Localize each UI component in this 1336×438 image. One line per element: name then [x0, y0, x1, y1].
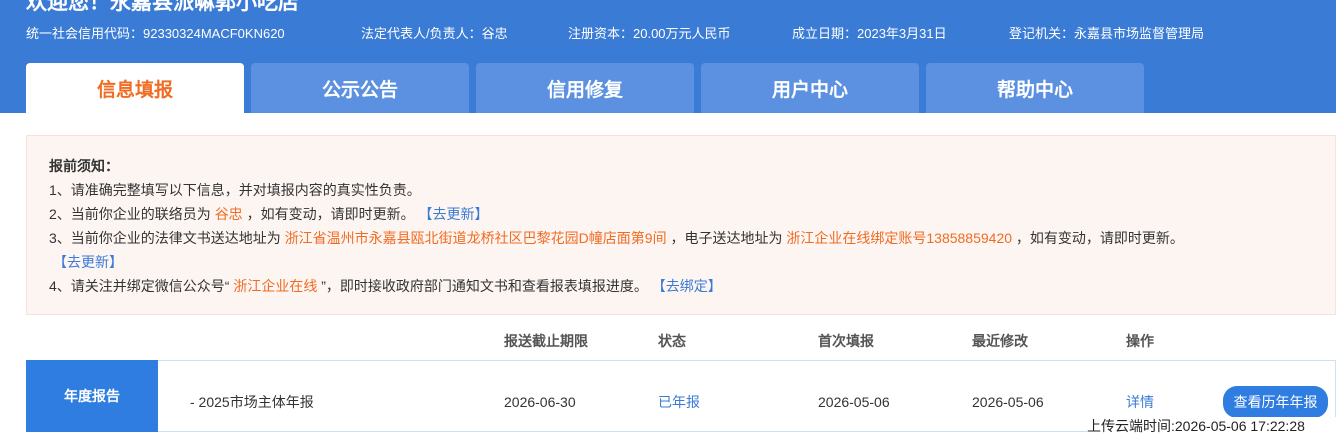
notice-line-1: 1、请准确完整填写以下信息，并对填报内容的真实性负责。 [49, 182, 421, 198]
registered-capital: 注册资本：20.00万元人民币 [568, 26, 731, 41]
update-liaison-link[interactable]: 【去更新】 [418, 206, 488, 222]
notice-line-2: 2、当前你企业的联络员为 谷忠 ，如有变动，请即时更新。 【去更新】 [49, 206, 488, 222]
status-badge: 已年报 [658, 394, 700, 410]
column-header-last-modified: 最近修改 [972, 333, 1028, 349]
top-header: 欢迎您！永嘉县派嘛郭小吃店 统一社会信用代码：92330324MACF0KN62… [0, 0, 1336, 113]
annual-report-label: 年度报告 [26, 360, 158, 432]
tab-help-center[interactable]: 帮助中心 [926, 63, 1144, 113]
notice-title: 报前须知： [49, 158, 119, 174]
wechat-account: 浙江企业在线 [233, 278, 318, 294]
service-address: 浙江省温州市永嘉县瓯北街道龙桥社区巴黎花园D幢店面第9间 [284, 230, 667, 246]
last-modified-date: 2026-05-06 [972, 394, 1044, 410]
column-header-status: 状态 [658, 333, 686, 349]
electronic-address: 浙江企业在线绑定账号13858859420 [786, 230, 1013, 246]
notice-text: ，如有变动，请即时更新。 [246, 206, 415, 222]
report-name: - 2025市场主体年报 [190, 394, 314, 410]
tab-credit-repair[interactable]: 信用修复 [476, 63, 694, 113]
notice-text: ，电子送达地址为 [670, 230, 783, 246]
column-header-action: 操作 [1126, 333, 1154, 349]
update-address-link[interactable]: 【去更新】 [53, 254, 123, 270]
notice-text: ，如有变动，请即时更新。 [1015, 230, 1184, 246]
report-deadline: 2026-06-30 [504, 394, 576, 410]
establish-date: 成立日期：2023年3月31日 [792, 26, 947, 41]
column-header-first-filed: 首次填报 [818, 333, 874, 349]
notice-text: ”，即时接收政府部门通知文书和查看报表填报进度。 [321, 278, 648, 294]
upload-timestamp: 上传云端时间:2026-05-06 17:22:28 [1087, 417, 1336, 438]
credit-code: 统一社会信用代码：92330324MACF0KN620 [26, 26, 285, 41]
view-history-reports-button[interactable]: 查看历年年报 [1223, 386, 1328, 418]
tab-info-filing[interactable]: 信息填报 [26, 63, 244, 113]
details-link[interactable]: 详情 [1126, 394, 1154, 410]
registration-authority: 登记机关：永嘉县市场监督管理局 [1009, 26, 1205, 41]
notice-text: 3、当前你企业的法律文书送达地址为 [49, 230, 281, 246]
first-filed-date: 2026-05-06 [818, 394, 890, 410]
legal-representative: 法定代表人/负责人：谷忠 [361, 26, 508, 41]
notice-text: 2、当前你企业的联络员为 [49, 206, 211, 222]
notice-text: 4、请关注并绑定微信公众号“ [49, 278, 230, 294]
company-title: 欢迎您！永嘉县派嘛郭小吃店 [26, 0, 299, 14]
filing-notice: 报前须知： 1、请准确完整填写以下信息，并对填报内容的真实性负责。 2、当前你企… [26, 135, 1336, 315]
liaison-name: 谷忠 [214, 206, 243, 222]
tab-public-notice[interactable]: 公示公告 [251, 63, 469, 113]
tab-user-center[interactable]: 用户中心 [701, 63, 919, 113]
column-header-deadline: 报送截止期限 [504, 333, 588, 349]
bind-wechat-link[interactable]: 【去绑定】 [652, 278, 722, 294]
notice-line-3: 3、当前你企业的法律文书送达地址为 浙江省温州市永嘉县瓯北街道龙桥社区巴黎花园D… [49, 230, 1184, 246]
notice-line-4: 4、请关注并绑定微信公众号“ 浙江企业在线 ”，即时接收政府部门通知文书和查看报… [49, 278, 722, 294]
